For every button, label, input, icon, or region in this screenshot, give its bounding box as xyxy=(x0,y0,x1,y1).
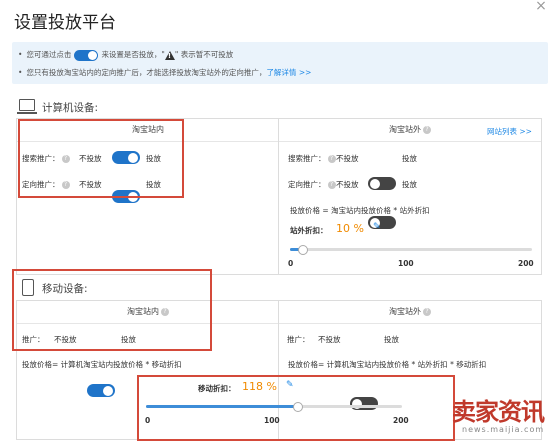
help-icon[interactable]: ? xyxy=(423,125,431,134)
watermark-url: news.maijia.com xyxy=(462,425,545,434)
site-list-link[interactable]: 网站列表 >> xyxy=(487,126,532,137)
mob-in-formula: 投放价格= 计算机淘宝站内投放价格 * 移动折扣 xyxy=(22,360,182,369)
edit-icon[interactable]: ✎ xyxy=(373,222,381,232)
pc-out-formula: 投放价格 = 淘宝站内投放价格 * 站外折扣 xyxy=(290,206,430,215)
pc-out-discount-value: 10 % xyxy=(336,222,364,235)
computer-outside-header-label: 淘宝站外 xyxy=(389,125,421,134)
mob-in-toggle[interactable] xyxy=(87,384,115,397)
mob-out-formula: 投放价格= 计算机淘宝站内投放价格 * 站外折扣 * 移动折扣 xyxy=(288,360,487,369)
help-icon[interactable]: ? xyxy=(327,155,336,163)
mob-out-label: 推广： xyxy=(287,335,310,344)
highlight-box xyxy=(137,375,455,441)
notice-text-1c: " 表示暂不可投放 xyxy=(174,50,234,59)
close-icon[interactable]: × xyxy=(532,0,550,14)
watermark-text: 卖家资讯 xyxy=(452,398,545,426)
highlight-box xyxy=(12,269,212,351)
mob-out-off-label: 不投放 xyxy=(318,335,341,344)
pc-out-search-toggle[interactable] xyxy=(368,177,396,190)
help-icon[interactable]: ? xyxy=(327,181,336,189)
notice-text-1b: 来设置是否投放，" xyxy=(101,50,165,59)
computer-outside-panel: 淘宝站外? xyxy=(278,118,542,275)
mobile-outside-header-label: 淘宝站外 xyxy=(389,307,421,316)
learn-more-link[interactable]: 了解详情 >> xyxy=(266,68,311,77)
computer-section-title: 计算机设备: xyxy=(42,102,99,114)
highlight-box xyxy=(18,119,184,198)
dialog-title: 设置投放平台 xyxy=(14,13,116,33)
notice-text-1a: 您可通过点击 xyxy=(26,50,72,59)
notice-line-1: •您可通过点击来设置是否投放，"" 表示暂不可投放 xyxy=(18,49,233,61)
pc-out-slider-track[interactable] xyxy=(290,248,532,251)
pc-out-discount-label: 站外折扣： xyxy=(290,226,328,235)
pc-out-tick-200: 200 xyxy=(518,259,534,268)
mob-out-on-label: 投放 xyxy=(384,335,399,344)
notice-text-2: 您只有投放淘宝站内的定向推广后，才能选择投放淘宝站外的定向推广， xyxy=(26,68,267,77)
pc-out-target-on-label: 投放 xyxy=(402,180,417,189)
pc-out-search-on-label: 投放 xyxy=(402,154,417,163)
mobile-outside-header: 淘宝站外? xyxy=(279,301,541,324)
pc-out-target-label: 定向推广：? xyxy=(288,179,336,190)
pc-out-search-label: 搜索推广：? xyxy=(288,153,336,164)
toggle-example-icon xyxy=(74,49,99,61)
computer-icon xyxy=(17,99,37,114)
pc-out-tick-100: 100 xyxy=(398,259,414,268)
notice-line-2: • 您只有投放淘宝站内的定向推广后，才能选择投放淘宝站外的定向推广，了解详情 >> xyxy=(18,68,312,77)
pc-out-tick-0: 0 xyxy=(288,259,294,268)
pc-out-search-off-label: 不投放 xyxy=(336,154,359,163)
warning-icon xyxy=(164,50,175,60)
pc-out-target-off-label: 不投放 xyxy=(336,180,359,189)
help-icon[interactable]: ? xyxy=(423,307,431,316)
notice-box: •您可通过点击来设置是否投放，"" 表示暂不可投放 •您只有投放淘宝站内的定向推… xyxy=(12,42,548,84)
